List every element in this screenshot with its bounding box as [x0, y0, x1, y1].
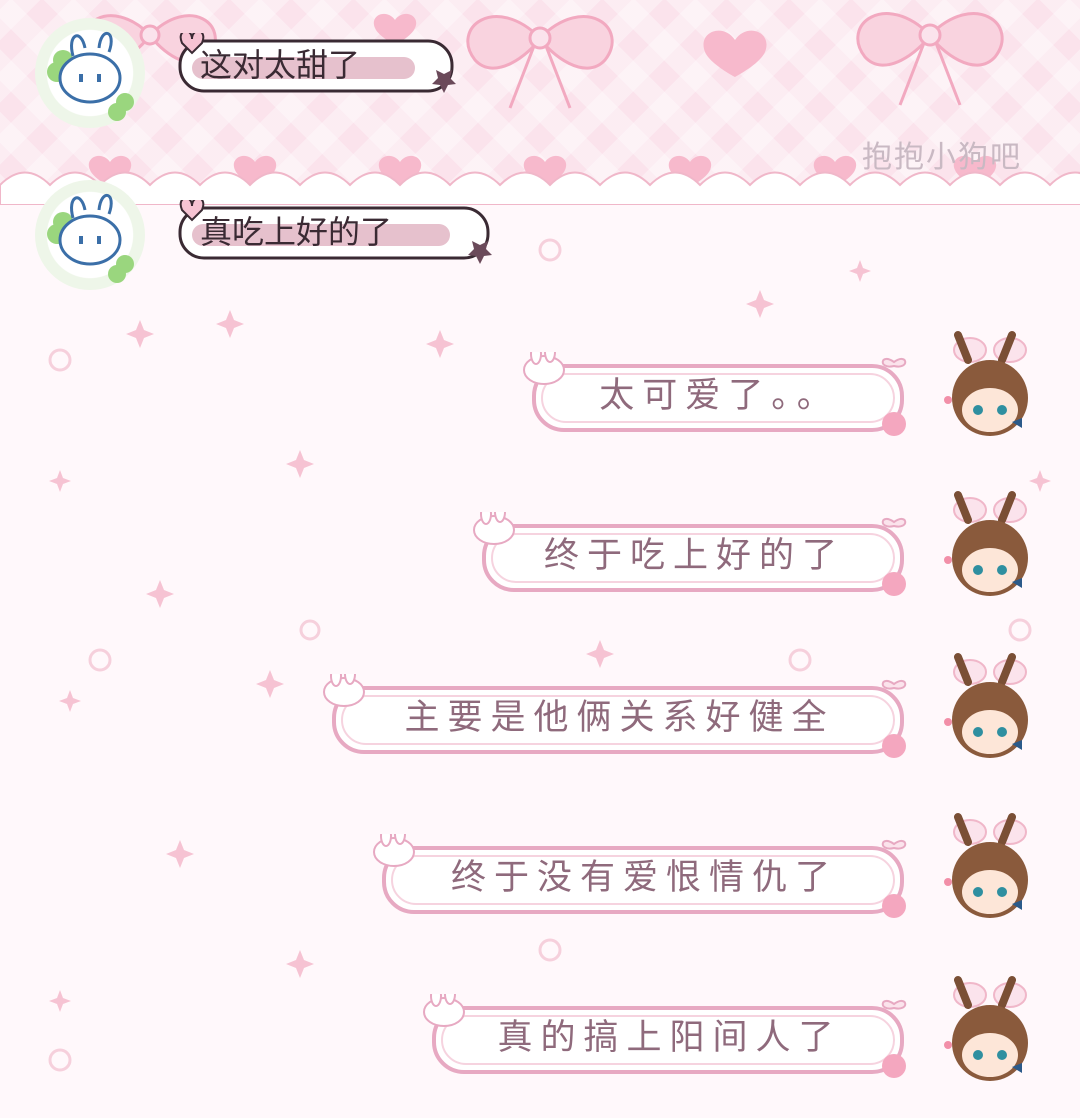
bunny-avatar-art: [47, 32, 134, 121]
message-text: 太可爱了。。: [599, 376, 840, 416]
message-text: 终于没有爱恨情仇了: [450, 858, 838, 898]
star-icon: [59, 690, 81, 712]
girl-avatar-art: [944, 976, 1028, 1081]
outgoing-bubble: 太可爱了。。: [522, 352, 917, 440]
message-text: 终于吃上好的了: [543, 536, 845, 576]
girl-avatar-art: [944, 331, 1028, 436]
star-icon: [146, 580, 174, 608]
star-icon: [216, 310, 244, 338]
brown-hair-bunny-ears-girl-avatar-icon[interactable]: [930, 975, 1050, 1095]
message-text: 主要是他俩关系好健全: [404, 698, 835, 738]
bow-ribbon-icon: [881, 999, 907, 1010]
bow-ribbon-icon: [856, 12, 1004, 106]
star-icon: [1029, 470, 1051, 492]
brown-hair-bunny-ears-girl-avatar-icon[interactable]: [930, 490, 1050, 610]
bow-ribbon-icon: [881, 679, 907, 690]
bow-ribbon-icon: [881, 517, 907, 528]
heart-icon: [703, 30, 767, 77]
star-icon: [126, 320, 154, 348]
watermark-text: 抱抱小狗吧: [862, 140, 1022, 175]
incoming-bubble: 这对太甜了: [172, 33, 467, 99]
star-icon: [286, 950, 314, 978]
girl-avatar-art: [944, 653, 1028, 758]
bow-ribbon-icon: [881, 839, 907, 850]
bunny-avatar-art: [47, 194, 134, 283]
incoming-bubble: 真吃上好的了: [172, 200, 502, 266]
star-icon: [286, 450, 314, 478]
message-text: 真的搞上阳间人了: [497, 1018, 842, 1058]
star-icon: [849, 260, 871, 282]
brown-hair-bunny-ears-girl-avatar-icon[interactable]: [930, 652, 1050, 772]
bow-ribbon-icon: [466, 15, 614, 109]
star-icon: [49, 470, 71, 492]
outgoing-bubble: 终于没有爱恨情仇了: [372, 834, 917, 922]
brown-hair-bunny-ears-girl-avatar-icon[interactable]: [930, 812, 1050, 932]
outgoing-bubble: 真的搞上阳间人了: [422, 994, 917, 1082]
star-icon: [746, 290, 774, 318]
outgoing-bubble: 主要是他俩关系好健全: [322, 674, 917, 762]
star-icon: [256, 670, 284, 698]
star-icon: [586, 640, 614, 668]
bunny-clover-avatar-icon[interactable]: [35, 18, 145, 128]
bunny-clover-avatar-icon[interactable]: [35, 180, 145, 290]
brown-hair-bunny-ears-girl-avatar-icon[interactable]: [930, 330, 1050, 450]
chat-background-banner: 抱抱小狗吧: [0, 0, 1080, 205]
star-icon: [49, 990, 71, 1012]
bow-ribbon-icon: [881, 357, 907, 368]
girl-avatar-art: [944, 813, 1028, 918]
star-icon: [166, 840, 194, 868]
message-text: 真吃上好的了: [200, 213, 393, 251]
star-icon: [426, 330, 454, 358]
outgoing-bubble: 终于吃上好的了: [472, 512, 917, 600]
girl-avatar-art: [944, 491, 1028, 596]
message-text: 这对太甜了: [200, 46, 361, 84]
sparkle-background: [48, 238, 1051, 1072]
